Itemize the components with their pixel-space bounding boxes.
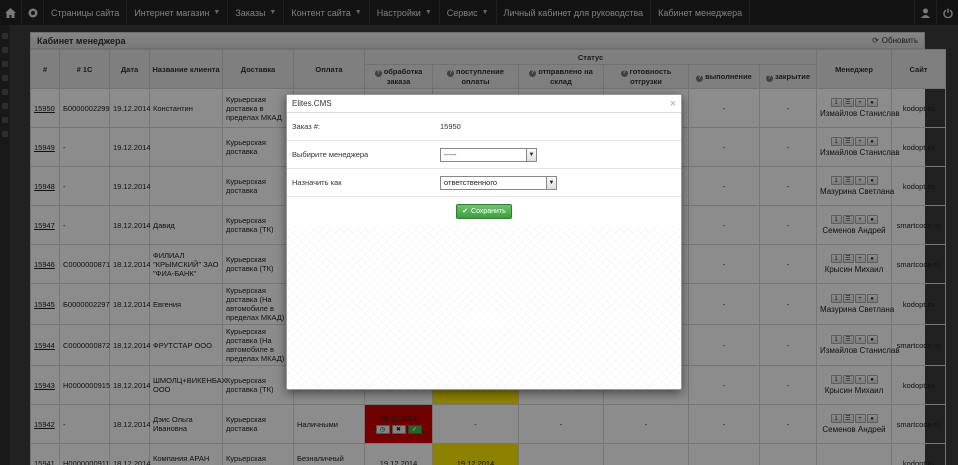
manager-select-value: ----- (444, 150, 457, 159)
order-number-row: Заказ #: 15950 (287, 113, 681, 141)
assign-as-select[interactable]: ответственного ▼ (440, 175, 557, 190)
chevron-down-icon: ▼ (526, 148, 536, 161)
manager-select-label: Выбирите менеджера (292, 150, 369, 159)
manager-select[interactable]: ----- ▼ (440, 147, 537, 162)
save-label: Сохранить (471, 207, 506, 215)
assign-manager-dialog: Elites.CMS × Заказ #: 15950 Выбирите мен… (286, 94, 682, 390)
order-number-label: Заказ #: (292, 122, 321, 131)
save-button[interactable]: ✔ Сохранить (456, 203, 512, 219)
close-icon[interactable]: × (670, 98, 676, 110)
assign-as-row: Назначить как ответственного ▼ (287, 169, 681, 197)
dialog-title: Elites.CMS (292, 99, 332, 108)
assign-as-value: ответственного (444, 178, 498, 187)
manager-select-row: Выбирите менеджера ----- ▼ (287, 141, 681, 169)
dialog-header: Elites.CMS × (287, 95, 681, 113)
check-icon: ✔ (462, 208, 469, 215)
chevron-down-icon: ▼ (546, 176, 556, 189)
save-row: ✔ Сохранить (287, 197, 681, 225)
order-number-value: 15950 (440, 122, 461, 131)
assign-as-label: Назначить как (292, 178, 342, 187)
